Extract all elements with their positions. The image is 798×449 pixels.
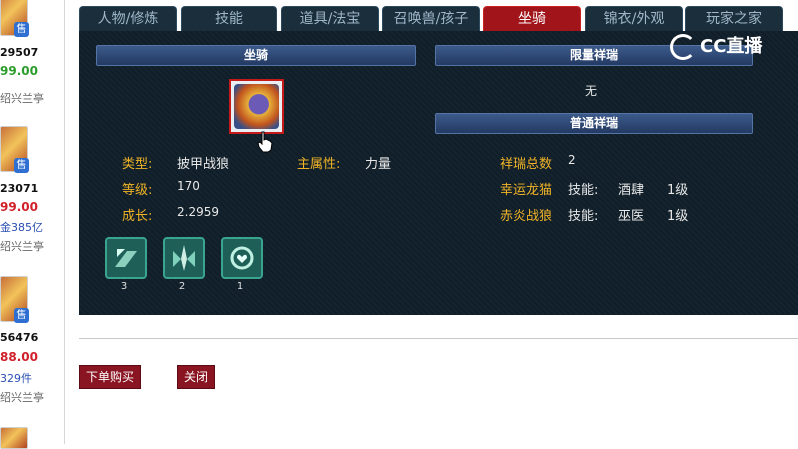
level-value: 170: [177, 179, 200, 193]
level-label: 等级:: [122, 183, 153, 198]
xiangrui-skill-label: 技能:: [568, 209, 599, 224]
skill-glyph-icon: [115, 249, 137, 267]
listing-sidebar: 售 29507 99.00 绍兴兰亭 售 23071 99.00 金385亿 绍…: [0, 0, 65, 449]
main-attr-label: 主属性:: [297, 157, 341, 172]
listing-server: 绍兴兰亭: [0, 391, 44, 404]
mount-skill-icon-2[interactable]: [163, 237, 205, 279]
hand-cursor-icon: [257, 131, 273, 153]
mount-panel: 坐骑 限量祥瑞 无 普通祥瑞 类型: 披甲战狼 主属性: 力量 等级: 170 …: [79, 31, 798, 315]
xiangrui-total-label: 祥瑞总数: [500, 157, 553, 172]
cc-live-watermark: CC直播: [670, 32, 762, 60]
tab-appearance[interactable]: 锦衣/外观: [585, 6, 683, 31]
listing-id: 56476: [0, 331, 39, 344]
tab-character[interactable]: 人物/修炼: [79, 6, 177, 31]
listing-price: 88.00: [0, 350, 38, 364]
xiangrui-skill-label: 技能:: [568, 183, 599, 198]
xiangrui-name: 赤炎战狼: [500, 209, 553, 224]
sell-badge: 售: [14, 158, 29, 173]
listing-price: 99.00: [0, 200, 38, 214]
cc-logo-icon: [670, 34, 696, 60]
xiangrui-skill: 巫医: [618, 209, 645, 224]
xiangrui-skill-level: 1级: [667, 183, 689, 198]
mount-skill-icon-3[interactable]: [221, 237, 263, 279]
listing-server: 绍兴兰亭: [0, 92, 44, 105]
listing-id: 23071: [0, 182, 39, 195]
type-label: 类型:: [122, 157, 153, 172]
watermark-text: CC直播: [700, 36, 763, 57]
mount-avatar-icon: [234, 84, 279, 129]
mount-portrait[interactable]: [229, 79, 284, 134]
tab-pets[interactable]: 召唤兽/孩子: [382, 6, 480, 31]
limited-xiangrui-value: 无: [585, 84, 598, 98]
xiangrui-total-value: 2: [568, 153, 576, 167]
tab-home[interactable]: 玩家之家: [685, 6, 783, 31]
divider: [79, 338, 798, 339]
skill-glyph-icon: [230, 246, 254, 270]
listing-thumbnail[interactable]: 售: [0, 0, 29, 37]
sell-badge: 售: [14, 22, 29, 37]
buy-button[interactable]: 下单购买: [79, 365, 142, 389]
tab-mount[interactable]: 坐骑: [483, 6, 581, 31]
tab-skills[interactable]: 技能: [181, 6, 277, 31]
listing-price: 99.00: [0, 64, 38, 78]
type-value: 披甲战狼: [177, 157, 230, 172]
growth-label: 成长:: [122, 209, 153, 224]
close-button[interactable]: 关闭: [177, 365, 216, 389]
xiangrui-skill: 酒肆: [618, 183, 645, 198]
xiangrui-skill-level: 1级: [667, 209, 689, 224]
main-attr-value: 力量: [365, 157, 392, 172]
skill-count: 2: [178, 281, 186, 292]
normal-xiangrui-header: 普通祥瑞: [435, 113, 753, 134]
listing-id: 29507: [0, 46, 39, 59]
mount-skill-icon-1[interactable]: [105, 237, 147, 279]
listing-meta: 329件: [0, 372, 32, 385]
skill-count: 3: [120, 281, 128, 292]
growth-value: 2.2959: [177, 205, 219, 219]
skill-count: 1: [236, 281, 244, 292]
listing-server: 绍兴兰亭: [0, 240, 44, 253]
listing-meta: 金385亿: [0, 221, 43, 234]
mount-header: 坐骑: [96, 45, 416, 66]
xiangrui-name: 幸运龙猫: [500, 183, 553, 198]
sell-badge: 售: [14, 308, 29, 323]
listing-thumbnail[interactable]: 售: [0, 276, 29, 323]
listing-thumbnail[interactable]: [0, 427, 28, 449]
listing-thumbnail[interactable]: 售: [0, 126, 29, 173]
skill-glyph-icon: [173, 245, 195, 271]
tab-items[interactable]: 道具/法宝: [281, 6, 379, 31]
